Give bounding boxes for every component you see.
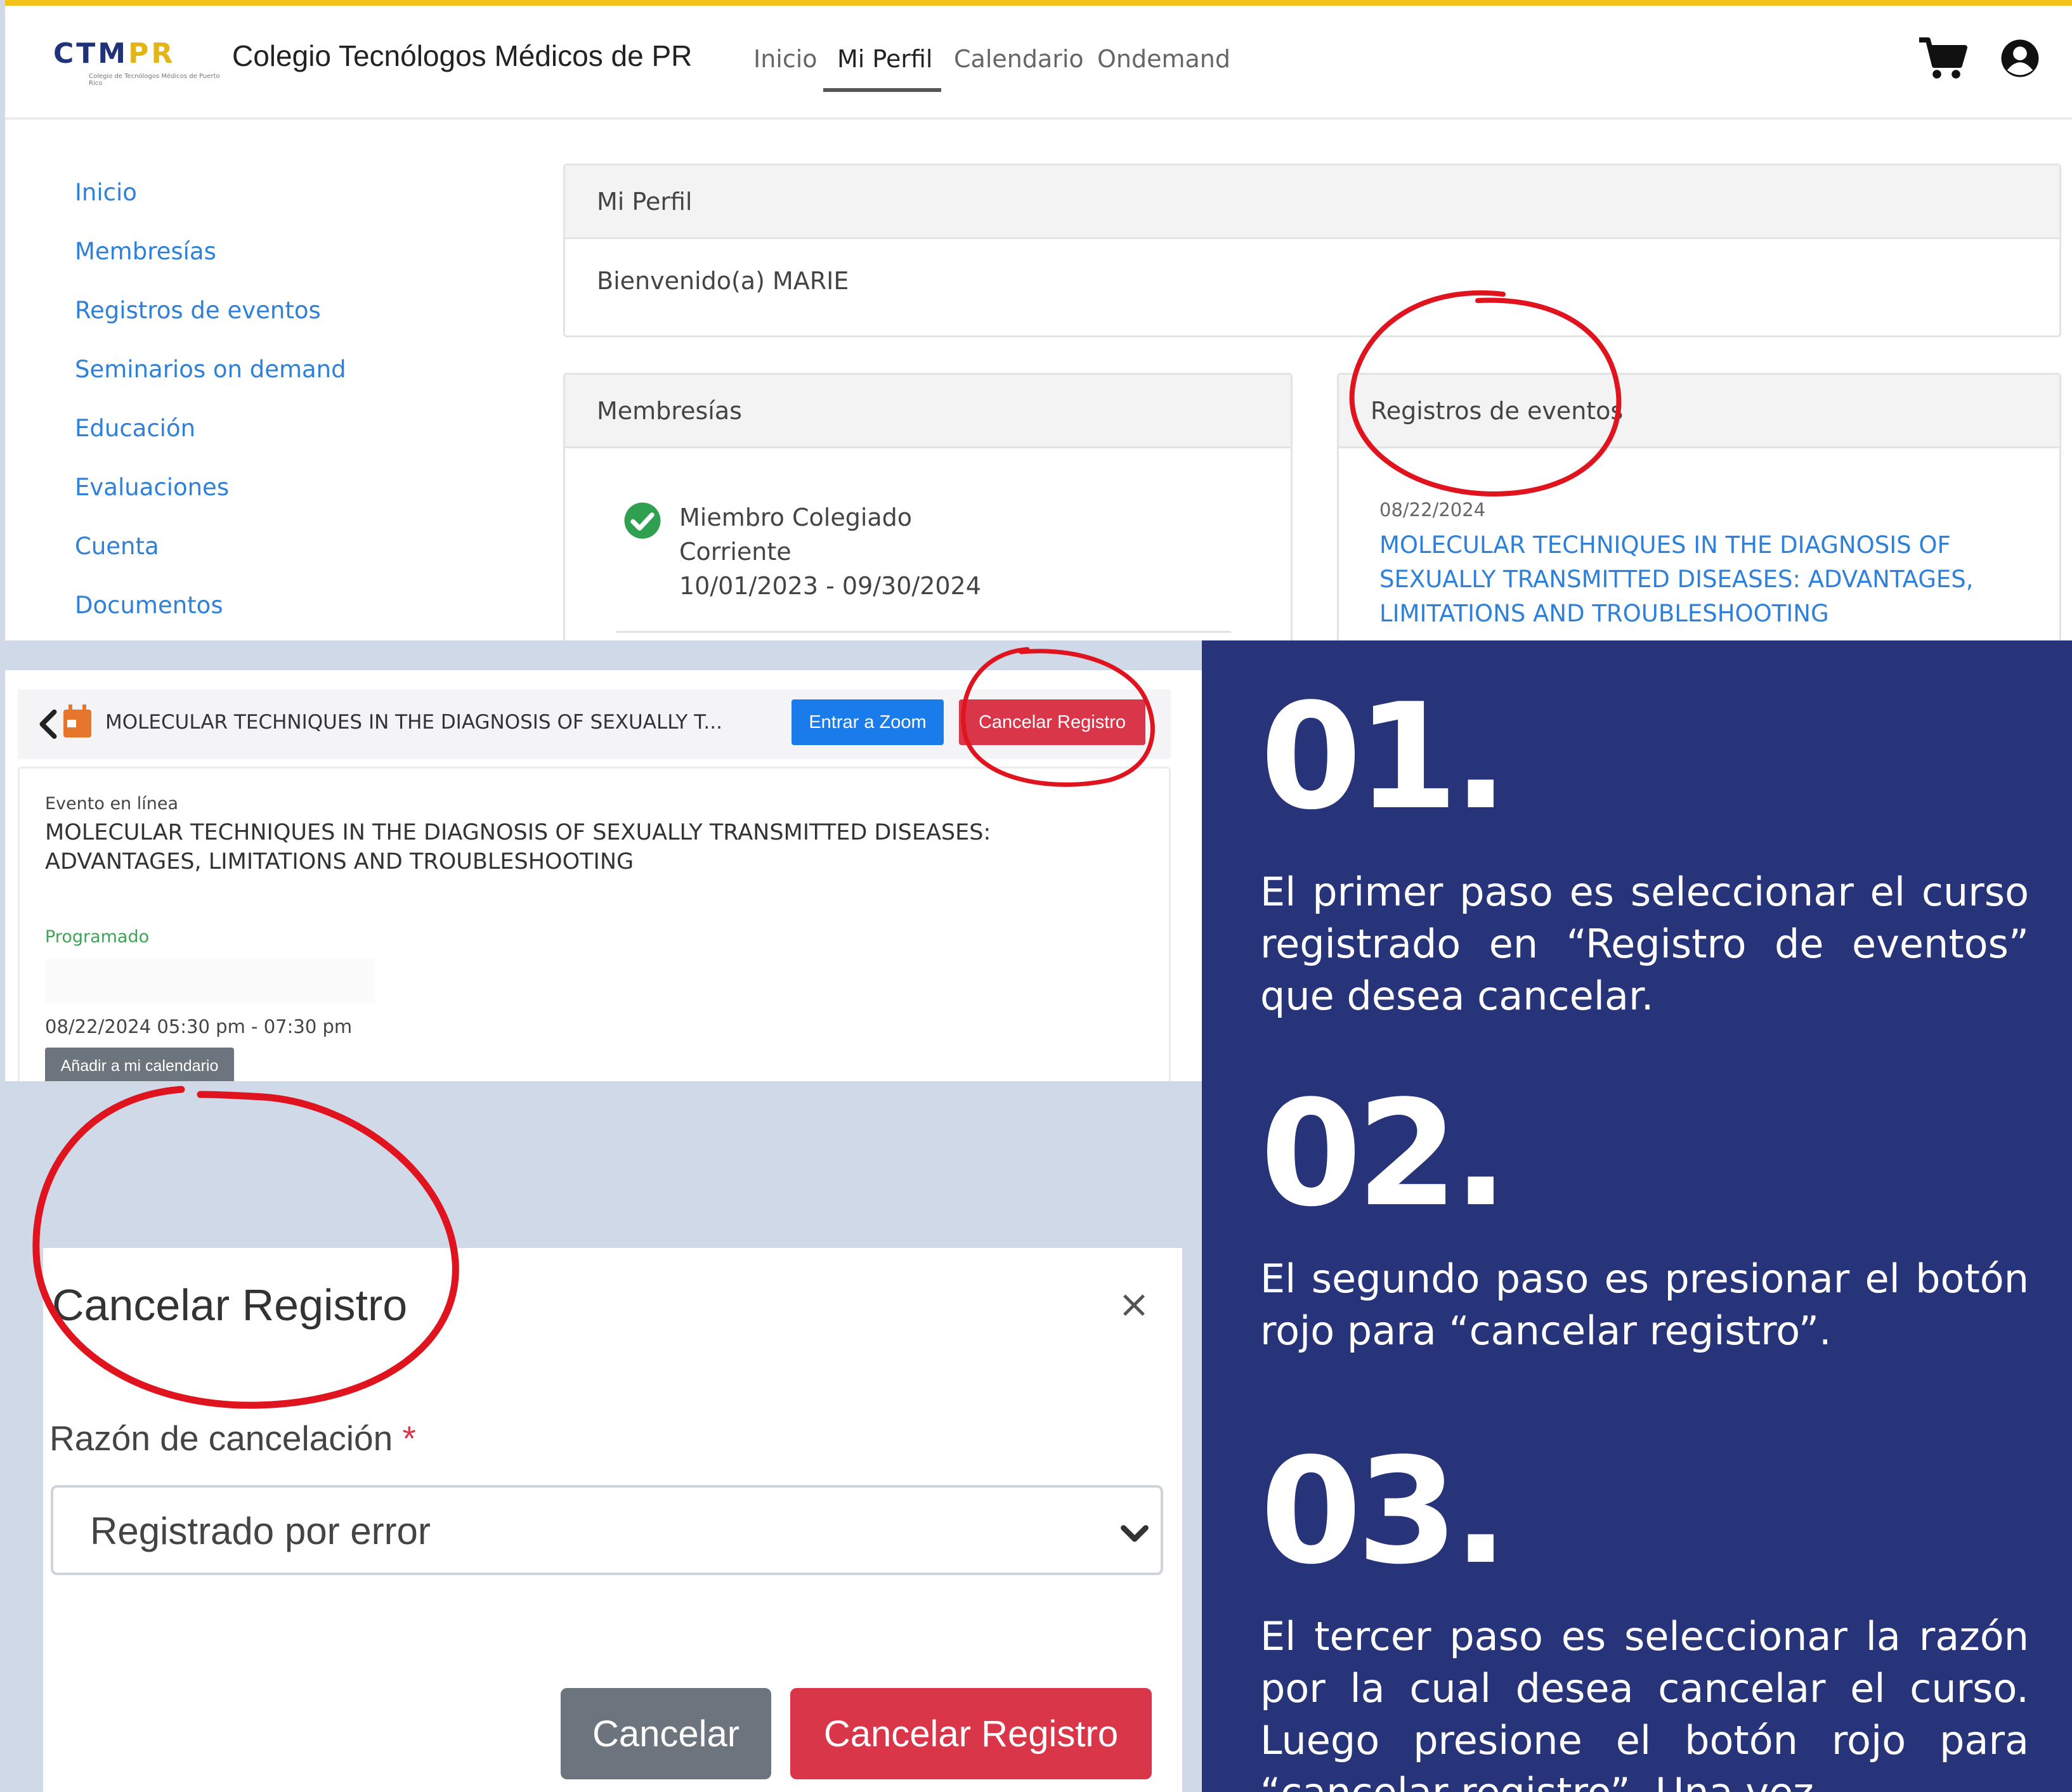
event-title: MOLECULAR TECHNIQUES IN THE DIAGNOSIS OF…	[45, 820, 991, 874]
chevron-down-icon	[1121, 1525, 1149, 1542]
sidebar-item-registros[interactable]: Registros de eventos	[75, 297, 321, 324]
reason-select[interactable]: Registrado por error	[51, 1485, 1163, 1575]
step-2-text: El segundo paso es presionar el botón ro…	[1260, 1256, 2029, 1354]
logo-subtitle: Colegio de Tecnólogos Médicos de Puerto …	[89, 73, 220, 87]
event-detail-screenshot: MOLECULAR TECHNIQUES IN THE DIAGNOSIS OF…	[5, 670, 1202, 1081]
event-datetime: 08/22/2024 05:30 pm - 07:30 pm	[45, 1016, 353, 1037]
membership-type: Miembro Colegiado	[679, 503, 913, 531]
add-to-calendar-button[interactable]: Añadir a mi calendario	[45, 1048, 234, 1081]
cancel-modal-screenshot: Cancelar Registro × Razón de cancelación…	[43, 1248, 1182, 1792]
profile-page-screenshot: CTMPR Colegio de Tecnólogos Médicos de P…	[5, 0, 2072, 640]
events-card: Registros de eventos 08/22/2024 MOLECULA…	[1337, 373, 2061, 640]
sidebar-item-evaluaciones[interactable]: Evaluaciones	[75, 474, 229, 501]
logo-text-pr: PR	[128, 37, 176, 70]
event-status: Programado	[45, 927, 150, 947]
chevron-left-icon[interactable]	[36, 708, 61, 740]
membership-period: 10/01/2023 - 09/30/2024	[679, 572, 981, 600]
event-link[interactable]: MOLECULAR TECHNIQUES IN THE DIAGNOSIS OF…	[1379, 528, 2039, 631]
required-mark: *	[402, 1419, 416, 1458]
event-date: 08/22/2024	[1379, 499, 1486, 521]
logo-wordmark: CTMPR	[53, 37, 175, 70]
step-1-text: El primer paso es seleccionar el curso r…	[1260, 869, 2029, 1019]
site-title[interactable]: Colegio Tecnólogos Médicos de PR	[232, 39, 692, 73]
instructions-panel: 01. El primer paso es seleccionar el cur…	[1202, 640, 2072, 1792]
dismiss-button[interactable]: Cancelar	[561, 1688, 771, 1779]
sidebar-item-documentos[interactable]: Documentos	[75, 592, 223, 619]
membership-card: Membresías Miembro Colegiado Corriente 1…	[563, 373, 1293, 640]
event-type: Evento en línea	[45, 794, 179, 814]
sidebar-item-inicio[interactable]: Inicio	[75, 179, 137, 206]
cancel-registration-button[interactable]: Cancelar Registro	[959, 699, 1145, 745]
profile-card: Mi Perfil Bienvenido(a) MARIE	[563, 164, 2061, 337]
profile-card-title: Mi Perfil	[565, 166, 2059, 239]
active-nav-indicator	[823, 88, 941, 92]
membership-status: Corriente	[679, 538, 792, 566]
logo-text-ctm: CTM	[53, 37, 129, 70]
reason-selected-value: Registrado por error	[90, 1510, 431, 1552]
confirm-cancel-registration-button[interactable]: Cancelar Registro	[790, 1688, 1152, 1779]
site-logo[interactable]: CTMPR Colegio de Tecnólogos Médicos de P…	[53, 37, 230, 88]
check-circle-icon	[624, 502, 661, 539]
calendar-icon	[63, 704, 91, 737]
sidebar-item-cuenta[interactable]: Cuenta	[75, 533, 159, 560]
membership-details: Miembro Colegiado Corriente 10/01/2023 -…	[679, 500, 981, 603]
join-zoom-button[interactable]: Entrar a Zoom	[792, 699, 944, 745]
membership-card-title: Membresías	[565, 375, 1291, 448]
nav-mi-perfil[interactable]: Mi Perfil	[837, 45, 932, 73]
divider	[616, 631, 1231, 633]
close-icon[interactable]: ×	[1115, 1282, 1153, 1327]
sidebar-item-membresias[interactable]: Membresías	[75, 238, 216, 265]
step-1-number: 01.	[1260, 673, 1508, 842]
nav-inicio[interactable]: Inicio	[753, 45, 818, 73]
event-detail-card: Evento en línea MOLECULAR TECHNIQUES IN …	[18, 767, 1171, 1081]
nav-ondemand[interactable]: Ondemand	[1097, 45, 1230, 73]
reason-label: Razón de cancelación *	[49, 1418, 416, 1458]
sidebar-item-educacion[interactable]: Educación	[75, 415, 195, 442]
user-circle-icon[interactable]	[2000, 39, 2040, 78]
modal-title: Cancelar Registro	[52, 1280, 408, 1330]
event-header-title: MOLECULAR TECHNIQUES IN THE DIAGNOSIS OF…	[105, 711, 722, 734]
nav-calendario[interactable]: Calendario	[954, 45, 1084, 73]
shopping-cart-icon[interactable]	[1918, 36, 1969, 82]
step-2-number: 02.	[1260, 1070, 1508, 1239]
blank-area	[45, 959, 375, 1003]
top-navbar: CTMPR Colegio de Tecnólogos Médicos de P…	[5, 6, 2072, 120]
step-3-number: 03.	[1260, 1427, 1508, 1597]
sidebar-item-seminarios[interactable]: Seminarios on demand	[75, 356, 346, 383]
events-card-title[interactable]: Registros de eventos	[1339, 375, 2059, 448]
top-accent-bar	[5, 0, 2072, 6]
step-3-text: El tercer paso es seleccionar la razón p…	[1260, 1613, 2029, 1792]
reason-label-text: Razón de cancelación	[49, 1419, 393, 1458]
welcome-text: Bienvenido(a) MARIE	[597, 267, 849, 295]
